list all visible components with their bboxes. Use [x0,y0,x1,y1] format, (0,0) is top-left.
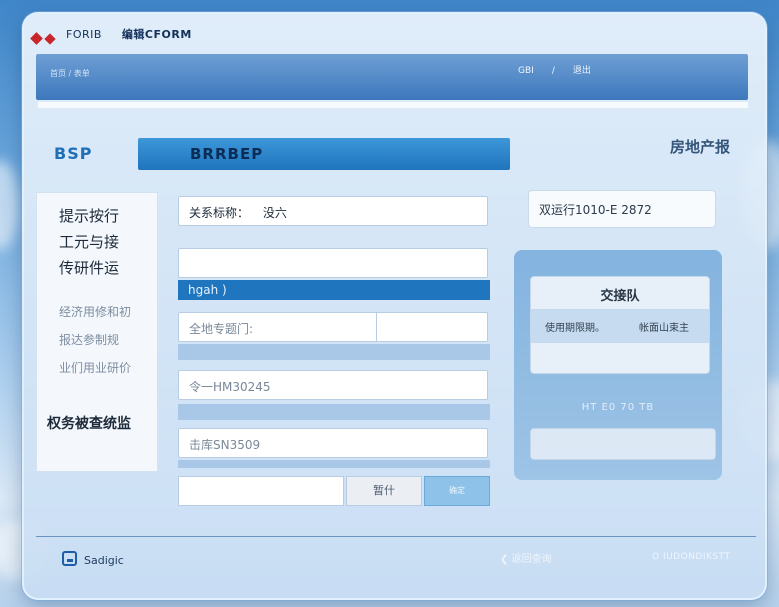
sidebar-item-sub-2[interactable]: 报达参制规 [59,331,119,348]
form-divider-bar [178,460,490,468]
info-card: 交接队 使用期限期。 帐面山束主 [530,276,710,374]
code-field[interactable]: 令一HM30245 [178,370,488,400]
name-field-value: 没六 [262,206,287,220]
card-right-text: 帐面山束主 [639,323,689,334]
right-panel: 交接队 使用期限期。 帐面山束主 HT E0 70 TB [514,250,722,480]
sidebar-item-main-2[interactable]: 工元与接 [59,231,119,252]
card-title: 交接队 [600,289,640,304]
user-label[interactable]: GBI [518,66,534,76]
footer-app-label[interactable]: Sadigic [84,554,124,567]
divider-strip [38,102,748,108]
sidebar-item-main-1[interactable]: 提示按行 [59,205,119,226]
brand-label: FORIB [66,28,102,41]
card-left-text: 使用期限期。 [545,323,605,334]
back-label: 返回查询 [511,554,552,565]
sidebar-item-sub-1[interactable]: 经济用修和初 [59,303,131,320]
title-bar: FORIB 编辑CFORM [24,14,765,56]
red-diamond-icon [30,32,43,45]
section-header-bar: BRRBEP [138,138,510,170]
form-divider-bar [178,344,490,360]
sidebar: 提示按行 工元与接 传研件运 经济用修和初 报达参制规 业们用业研价 权务被查统… [36,192,158,472]
app-title: BSP [54,144,93,163]
empty-input[interactable] [178,248,488,278]
secondary-button[interactable]: 暂什 [346,476,422,506]
form-button-row: 暂什 确定 [178,476,490,508]
breadcrumb[interactable]: 首页 / 表单 [50,68,90,79]
back-link[interactable]: ❮ 返回查询 [500,550,552,565]
split-input[interactable]: 全地专题门: [178,312,488,342]
blank-input[interactable] [178,476,344,506]
info-box: 双运行1010-E 2872 [528,190,716,228]
name-field-label: 关系标称： [189,206,250,220]
name-field[interactable]: 关系标称： 没六 [178,196,488,226]
split-input-left[interactable]: 全地专题门: [179,313,377,341]
form-section-bar: hgah ) [178,280,490,300]
corner-link[interactable]: 房地产报 [670,136,730,157]
app-square-icon [62,551,77,566]
chevron-left-icon: ❮ [500,554,509,565]
sidebar-item-sub-3[interactable]: 业们用业研价 [59,359,131,376]
red-diamond-icon [44,33,56,45]
footer-right-link[interactable]: O IUDONDIKSTT [652,552,730,562]
primary-button[interactable]: 确定 [424,476,490,506]
brand-logo [30,28,59,47]
top-banner: 首页 / 表单 GBI / 退出 [36,54,748,100]
app-name: 编辑CFORM [121,28,192,41]
card-row: 使用期限期。 帐面山束主 [531,309,709,343]
sidebar-item-main-3[interactable]: 传研件运 [59,257,119,278]
user-separator: / [551,66,555,76]
brand-text: FORIB 编辑CFORM [66,26,192,42]
user-area: GBI / 退出 [518,63,609,76]
sidebar-item-bottom[interactable]: 权务被查统监 [47,413,131,433]
phone-field[interactable]: 击库SN3509 [178,428,488,458]
panel-input[interactable] [530,428,716,460]
footer-divider [36,536,756,537]
form-divider-bar [178,404,490,420]
app-window: FORIB 编辑CFORM 首页 / 表单 GBI / 退出 BSP BRRBEP 房… [22,12,767,600]
logout-link[interactable]: 退出 [573,66,591,76]
form-section-label: hgah ) [188,283,227,297]
section-title: BRRBEP [190,145,264,163]
panel-label: HT E0 70 TB [581,402,655,413]
